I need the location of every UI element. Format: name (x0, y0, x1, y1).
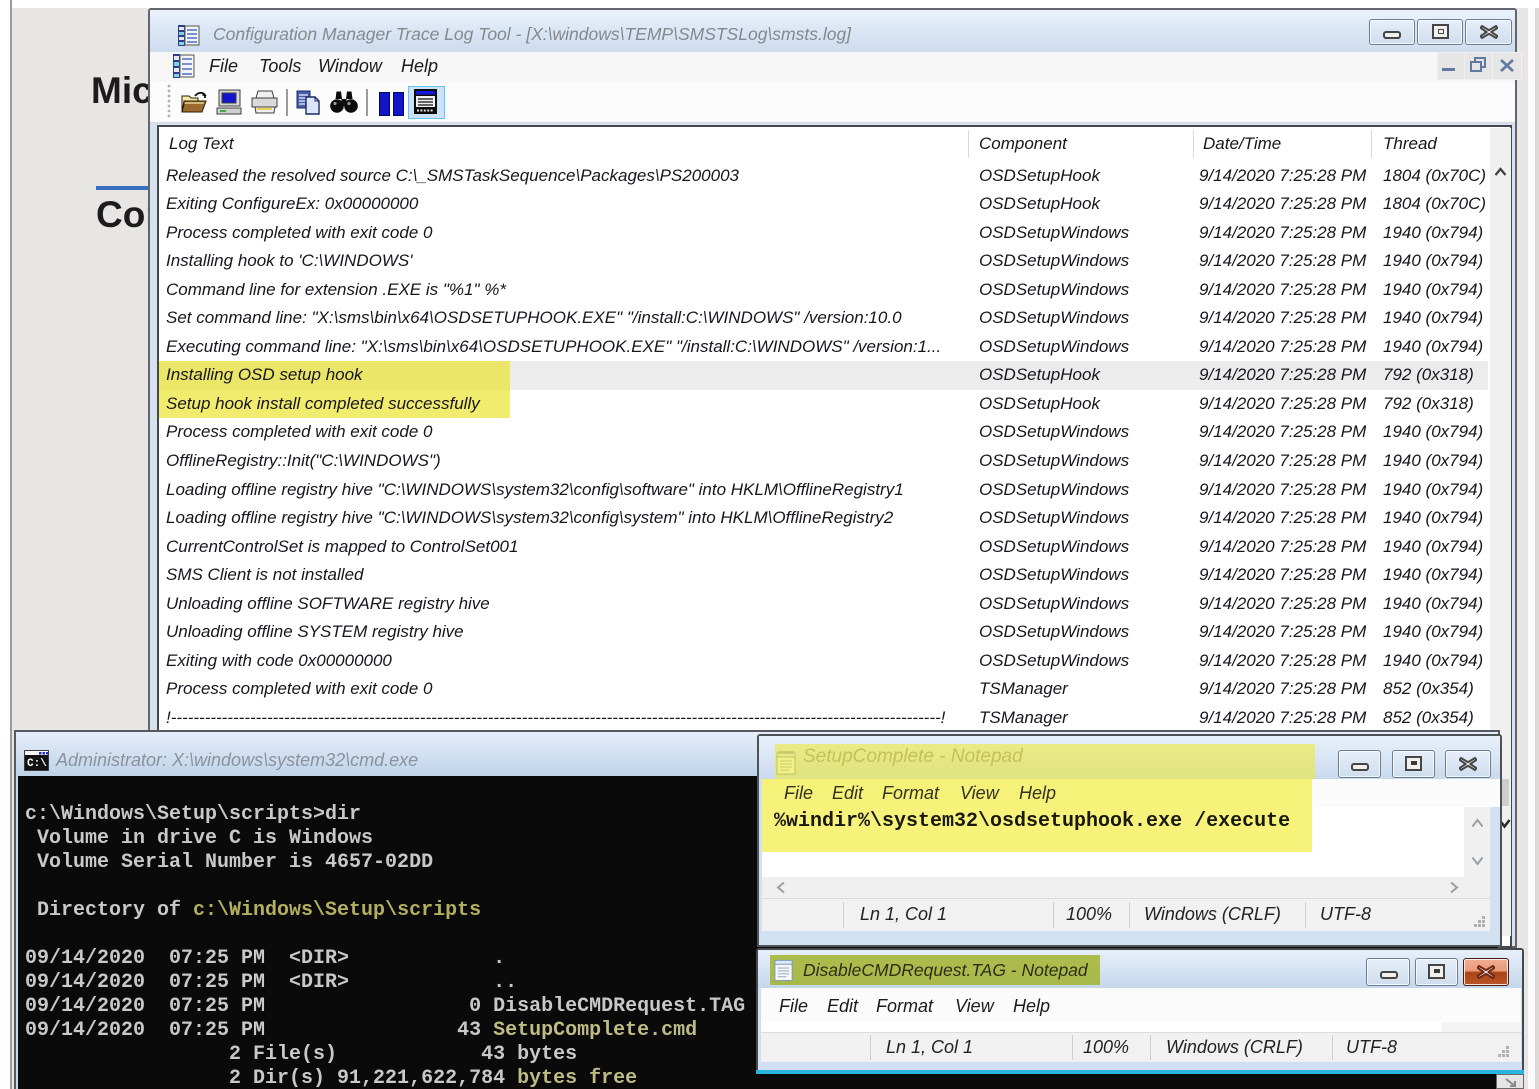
svg-text:C:\: C:\ (27, 758, 47, 770)
